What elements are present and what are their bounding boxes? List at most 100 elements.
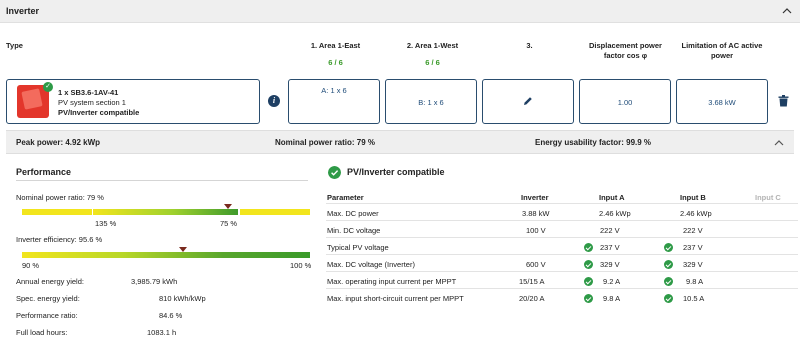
nominal-bar-optimal-zone — [93, 209, 238, 215]
cosphi-header-line1: Displacement power — [589, 41, 662, 50]
column-header-area3: 3. — [526, 41, 533, 50]
column-header-type: Type — [6, 41, 23, 50]
compatibility-status: PV/Inverter compatible — [58, 108, 140, 117]
input-b-ok-icon — [664, 260, 673, 269]
stat-label-full-load-hours: Full load hours: — [16, 328, 68, 337]
table-row-input-b: 237 V — [683, 243, 703, 252]
device-check-icon: ✓ — [43, 82, 53, 92]
cosphi-value: 1.00 — [617, 98, 633, 107]
table-row-inverter: 600 V — [526, 260, 546, 269]
table-row-input-a: 222 V — [600, 226, 620, 235]
table-row-input-a: 9.8 A — [603, 294, 621, 303]
table-header-inverter: Inverter — [521, 193, 549, 202]
table-row-divider — [326, 237, 798, 238]
cosphi-header-line2: factor cos φ — [603, 51, 648, 60]
stat-label-spec-energy: Spec. energy yield: — [16, 294, 80, 303]
efficiency-marker — [179, 247, 188, 252]
nominal-scale-high: 75 % — [220, 219, 238, 228]
nominal-ratio-label: Nominal power ratio: 79 % — [16, 193, 104, 202]
area2-string-value: B: 1 x 6 — [418, 98, 444, 107]
table-row-input-b: 329 V — [683, 260, 703, 269]
column-header-area1: 1. Area 1-East — [310, 41, 361, 50]
pencil-icon[interactable] — [522, 95, 534, 107]
cosphi-card[interactable]: 1.00 — [579, 79, 671, 124]
input-b-ok-icon — [664, 294, 673, 303]
column-header-area2: 2. Area 1-West — [406, 41, 459, 50]
table-header-divider — [326, 203, 798, 204]
area2-module-ratio: 6 / 6 — [425, 58, 440, 67]
table-row-input-a: 237 V — [600, 243, 620, 252]
stat-value-performance-ratio: 84.6 % — [159, 311, 183, 320]
performance-title: Performance — [16, 167, 72, 177]
table-row-inverter: 15/15 A — [519, 277, 545, 286]
input-a-ok-icon — [584, 294, 593, 303]
input-a-ok-icon — [584, 243, 593, 252]
pv-system-section: PV system section 1 — [58, 98, 126, 107]
column-header-ac-limit: Limitation of AC active power — [674, 41, 770, 61]
table-row-inverter: 3.88 kW — [522, 209, 550, 218]
inverter-device-image: ✓ — [17, 82, 53, 118]
table-row-input-a: 2.46 kWp — [599, 209, 631, 218]
table-row-param: Max. DC voltage (Inverter) — [327, 260, 415, 269]
section-title: Inverter — [6, 6, 40, 16]
efficiency-scale-high: 100 % — [290, 261, 312, 270]
table-header-parameter: Parameter — [327, 193, 364, 202]
area2-string-card[interactable]: B: 1 x 6 — [385, 79, 477, 124]
summary-collapse-chevron-icon[interactable] — [772, 136, 786, 150]
info-icon[interactable]: i — [268, 95, 280, 107]
area1-string-card[interactable]: A: 1 x 6 — [288, 79, 380, 124]
area1-string-value: A: 1 x 6 — [321, 86, 347, 95]
ac-limit-card[interactable]: 3.68 kW — [676, 79, 768, 124]
stat-value-annual-energy: 3,985.79 kWh — [131, 277, 178, 286]
input-b-ok-icon — [664, 243, 673, 252]
area1-module-ratio: 6 / 6 — [328, 58, 343, 67]
table-row-divider — [326, 288, 798, 289]
nominal-power-ratio: Nominal power ratio: 79 % — [275, 138, 376, 147]
trash-icon[interactable] — [778, 95, 789, 107]
table-header-input-a: Input A — [599, 193, 625, 202]
table-row-input-b: 2.46 kWp — [680, 209, 712, 218]
table-row-divider — [326, 220, 798, 221]
efficiency-label: Inverter efficiency: 95.6 % — [16, 235, 103, 244]
nominal-bar-high-zone — [240, 209, 310, 215]
peak-power: Peak power: 4.92 kWp — [16, 138, 101, 147]
table-row-divider — [326, 254, 798, 255]
table-row-param: Max. DC power — [327, 209, 379, 218]
table-row-param: Max. input short-circuit current per MPP… — [327, 294, 464, 303]
collapse-chevron-icon[interactable] — [780, 4, 794, 18]
table-row-param: Min. DC voltage — [327, 226, 381, 235]
energy-usability-factor: Energy usability factor: 99.9 % — [535, 138, 652, 147]
nominal-bar-low-zone — [22, 209, 92, 215]
efficiency-scale-low: 90 % — [22, 261, 40, 270]
input-a-ok-icon — [584, 277, 593, 286]
table-row-param: Max. operating input current per MPPT — [327, 277, 457, 286]
table-header-input-c: Input C — [755, 193, 781, 202]
table-row-input-b: 10.5 A — [683, 294, 705, 303]
table-header-input-b: Input B — [680, 193, 706, 202]
input-b-ok-icon — [664, 277, 673, 286]
table-row-divider — [326, 271, 798, 272]
stat-label-performance-ratio: Performance ratio: — [16, 311, 78, 320]
column-header-cosphi: Displacement power factor cos φ — [578, 41, 673, 61]
ac-limit-header-line1: Limitation of AC active — [681, 41, 763, 50]
summary-bar: Peak power: 4.92 kWp Nominal power ratio… — [6, 130, 794, 154]
compatible-check-icon — [328, 166, 341, 179]
input-a-ok-icon — [584, 260, 593, 269]
table-row-inverter: 100 V — [526, 226, 546, 235]
ac-limit-header-line2: power — [710, 51, 734, 60]
inverter-section-header: Inverter — [0, 0, 800, 23]
table-row-inverter: 20/20 A — [519, 294, 545, 303]
table-row-param: Typical PV voltage — [327, 243, 389, 252]
inverter-type-card[interactable]: ✓ 1 x SB3.6-1AV-41 PV system section 1 P… — [6, 79, 260, 124]
stat-value-full-load-hours: 1083.1 h — [147, 328, 177, 337]
compatibility-title: PV/Inverter compatible — [347, 167, 445, 177]
table-row-input-b: 222 V — [683, 226, 703, 235]
efficiency-bar — [22, 252, 310, 258]
stat-label-annual-energy: Annual energy yield: — [16, 277, 84, 286]
performance-divider — [16, 180, 308, 181]
table-row-input-b: 9.8 A — [686, 277, 704, 286]
stat-value-spec-energy: 810 kWh/kWp — [159, 294, 206, 303]
inverter-model-name: 1 x SB3.6-1AV-41 — [58, 88, 119, 97]
table-row-input-a: 9.2 A — [603, 277, 621, 286]
nominal-scale-low: 135 % — [95, 219, 117, 228]
